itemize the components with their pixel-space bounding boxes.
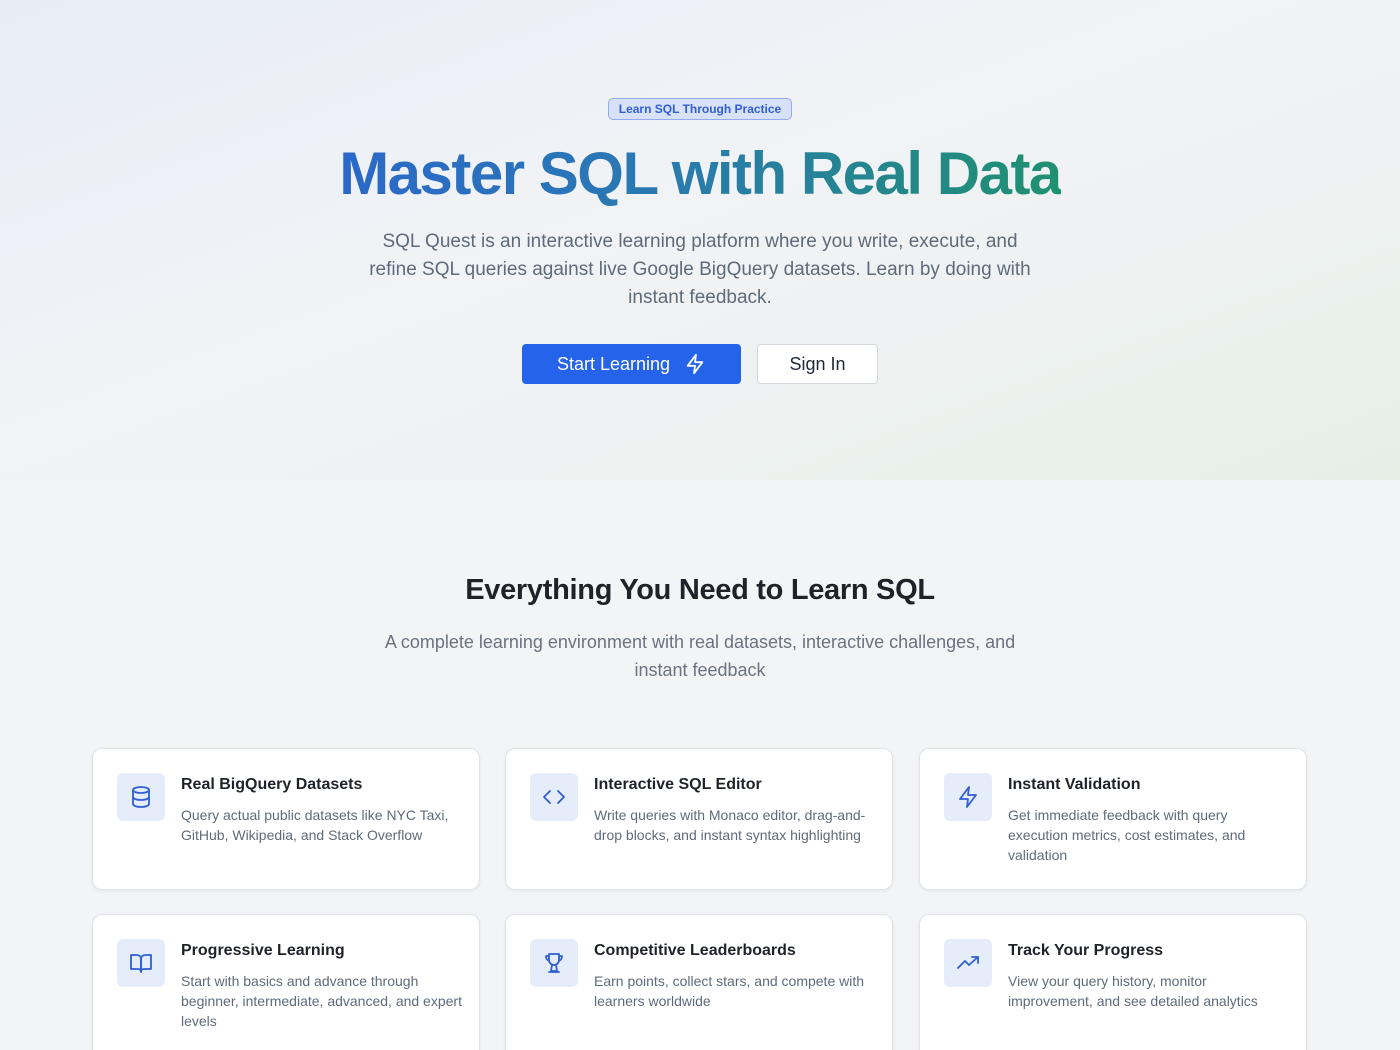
feature-card-description: Query actual public datasets like NYC Ta… <box>181 807 449 843</box>
sign-in-button[interactable]: Sign In <box>757 344 878 384</box>
lightning-icon <box>959 786 977 808</box>
feature-card-icon-box <box>944 773 992 821</box>
feature-card-description: Earn points, collect stars, and compete … <box>594 973 865 1009</box>
feature-card-progress: Track Your Progress View your query hist… <box>919 914 1307 1050</box>
feature-card-description: Get immediate feedback with query execut… <box>1008 807 1246 863</box>
start-learning-label: Start Learning <box>556 353 671 374</box>
hero-title: Master SQL with Real Data <box>0 138 1400 210</box>
feature-card-progressive: Progressive Learning Start with basics a… <box>92 914 480 1050</box>
feature-card-description: View your query history, monitor improve… <box>1008 973 1258 1009</box>
lightning-icon <box>686 353 704 375</box>
feature-card-title: Real BigQuery Datasets <box>181 776 363 793</box>
trophy-icon <box>545 953 563 973</box>
feature-card-title: Progressive Learning <box>181 942 345 959</box>
feature-card-description: Write queries with Monaco editor, drag-a… <box>594 807 866 843</box>
trending-up-icon <box>957 956 979 969</box>
feature-card-title: Competitive Leaderboards <box>594 942 796 959</box>
hero-subtitle: SQL Quest is an interactive learning pla… <box>369 231 1031 308</box>
hero-title-text: Master SQL with Real Data <box>339 140 1062 207</box>
feature-card-icon-box <box>117 773 165 821</box>
feature-card-icon-box <box>530 939 578 987</box>
start-learning-button[interactable]: Start Learning <box>522 344 741 384</box>
feature-card-title: Interactive SQL Editor <box>594 776 762 793</box>
book-open-icon <box>130 954 152 973</box>
features-title: Everything You Need to Learn SQL <box>465 574 935 606</box>
feature-card-description: Start with basics and advance through be… <box>181 973 462 1029</box>
feature-card-title: Instant Validation <box>1008 776 1141 793</box>
feature-card-bigquery: Real BigQuery Datasets Query actual publ… <box>92 748 480 890</box>
feature-card-title: Track Your Progress <box>1008 942 1164 959</box>
code-icon <box>543 790 565 804</box>
hero-badge: Learn SQL Through Practice <box>608 98 792 120</box>
feature-card-icon-box <box>944 939 992 987</box>
feature-card-validation: Instant Validation Get immediate feedbac… <box>919 748 1307 890</box>
feature-card-icon-box <box>530 773 578 821</box>
feature-card-leaderboards: Competitive Leaderboards Earn points, co… <box>505 914 893 1050</box>
feature-card-icon-box <box>117 939 165 987</box>
feature-card-sql-editor: Interactive SQL Editor Write queries wit… <box>505 748 893 890</box>
features-subtitle: A complete learning environment with rea… <box>384 632 1016 680</box>
database-icon <box>132 786 150 808</box>
